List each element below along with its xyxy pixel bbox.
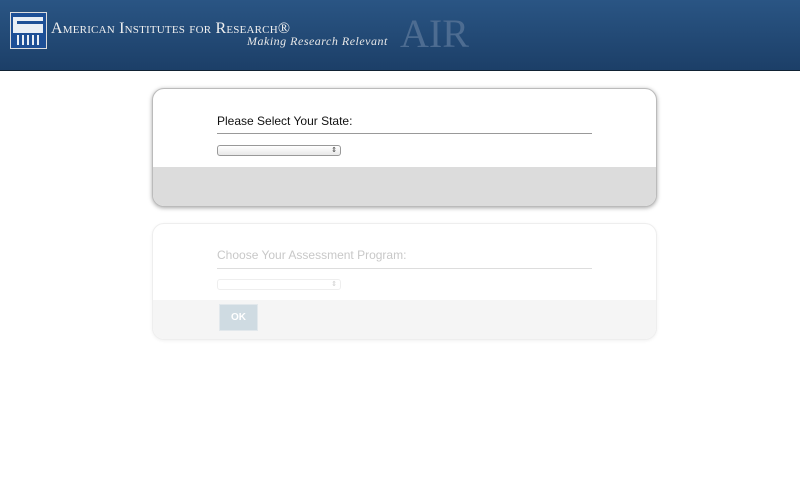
state-select[interactable]: ⇕ bbox=[217, 145, 341, 156]
panel-footer bbox=[153, 167, 656, 206]
air-logo-icon bbox=[10, 12, 47, 49]
select-arrows-icon: ⇕ bbox=[331, 281, 337, 288]
divider bbox=[217, 133, 592, 134]
program-panel: Choose Your Assessment Program: ⇕ OK bbox=[152, 223, 657, 340]
state-panel: Please Select Your State: ⇕ bbox=[152, 88, 657, 207]
divider bbox=[217, 268, 592, 269]
tagline: Making Research Relevant bbox=[247, 34, 388, 48]
air-watermark: AIR bbox=[400, 11, 469, 56]
program-select[interactable]: ⇕ bbox=[217, 279, 341, 290]
ok-button[interactable]: OK bbox=[219, 304, 258, 331]
header: American Institutes for Research® Making… bbox=[0, 0, 800, 71]
state-label: Please Select Your State: bbox=[217, 114, 353, 128]
program-label: Choose Your Assessment Program: bbox=[217, 248, 407, 262]
select-arrows-icon: ⇕ bbox=[331, 147, 337, 154]
